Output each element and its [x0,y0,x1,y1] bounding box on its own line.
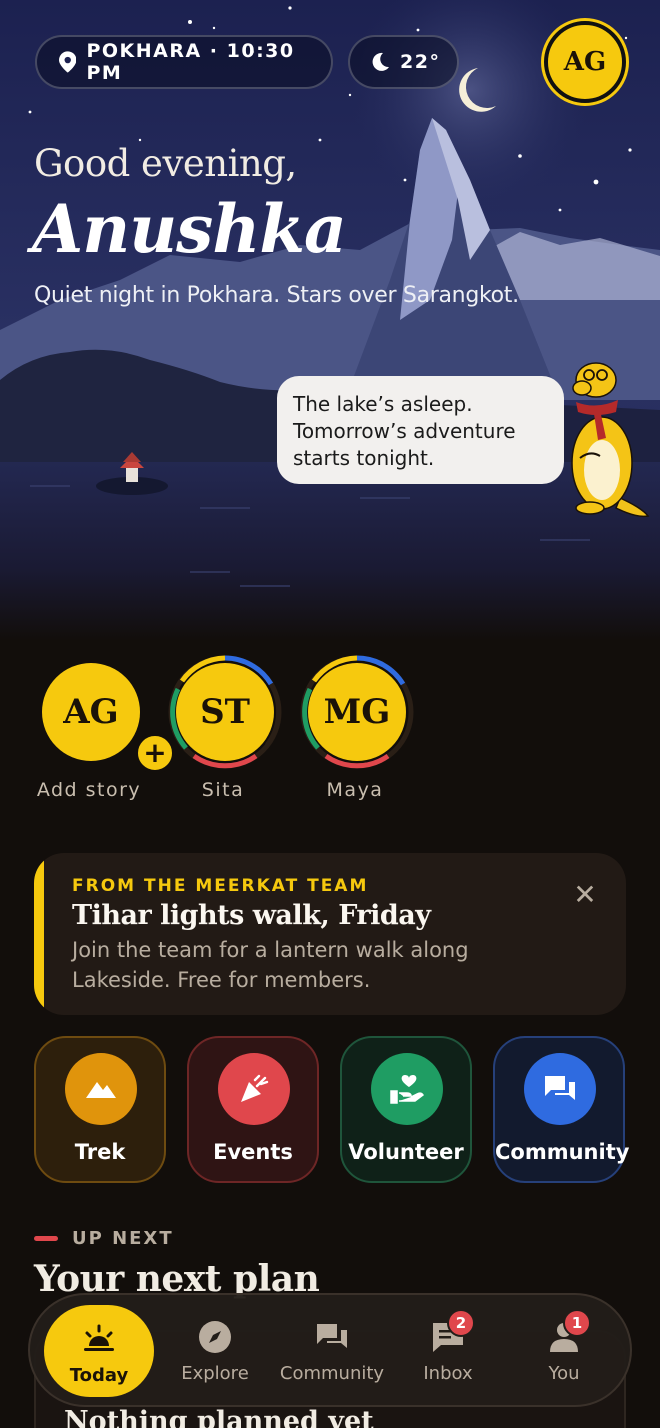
sunrise-icon [81,1321,117,1357]
category-volunteer[interactable]: Volunteer [340,1036,472,1183]
inbox-badge: 2 [447,1309,475,1337]
story-label: Sita [201,779,245,801]
category-label: Trek [74,1140,126,1164]
story-label: Maya [326,779,384,801]
night-lake-illustration [0,0,660,640]
category-trek[interactable]: Trek [34,1036,166,1183]
mountain-icon [65,1053,137,1125]
greeting-text: Good evening, [34,142,297,185]
party-popper-icon [218,1053,290,1125]
category-label: Events [213,1140,293,1164]
category-label: Community [495,1140,630,1164]
close-icon[interactable]: ✕ [570,878,600,911]
plan-card-title: Nothing planned yet [64,1406,374,1428]
story-label: Add story [36,779,142,801]
temperature-label: 22° [400,51,441,73]
nav-you[interactable]: 1 You [509,1303,619,1397]
chat-bubbles-icon [524,1053,596,1125]
nav-label: You [548,1363,580,1384]
announcement-card[interactable]: FROM THE MEERKAT TEAM Tihar lights walk,… [34,853,626,1015]
category-label: Volunteer [348,1140,464,1164]
hero-subtitle: Quiet night in Pokhara. Stars over Saran… [34,283,519,308]
nav-label: Community [279,1363,385,1384]
weather-pill[interactable]: 22° [348,35,459,89]
nav-explore[interactable]: Explore [160,1303,270,1397]
story-avatar: MG [308,663,406,761]
user-name: Anushka [32,190,347,268]
nav-inbox[interactable]: 2 Inbox [393,1303,503,1397]
avatar-initials: AG [563,47,607,77]
bottom-nav: Today Explore Community 2 Inbox 1 You [28,1293,632,1407]
category-community[interactable]: Community [493,1036,630,1183]
nav-today[interactable]: Today [44,1305,154,1397]
location-time-pill[interactable]: POKHARA · 10:30 PM [35,35,333,89]
story-avatar: AG [42,663,140,761]
stories-row: AG + Add story ST Sita MG Maya [0,655,660,815]
up-next-label: UP NEXT [72,1228,174,1249]
compass-icon [197,1319,233,1355]
kicker-dash [34,1236,58,1241]
announcement-title: Tihar lights walk, Friday [72,900,431,931]
announcement-kicker: FROM THE MEERKAT TEAM [72,876,369,896]
mascot-speech-bubble: The lake’s asleep. Tomorrow’s adventure … [277,376,564,484]
story-avatar: ST [176,663,274,761]
up-next-kicker: UP NEXT [34,1228,174,1249]
nav-label: Today [69,1365,129,1386]
announcement-body: Join the team for a lantern walk along L… [72,938,469,992]
nav-label: Inbox [423,1363,473,1384]
you-badge: 1 [563,1309,591,1337]
category-events[interactable]: Events [187,1036,319,1183]
chat-bubbles-icon [314,1319,350,1355]
location-pin-icon [59,51,77,73]
accent-bar [34,853,44,1015]
profile-avatar[interactable]: AG [544,21,626,103]
moon-icon [372,52,389,71]
hero-section: POKHARA · 10:30 PM 22° AG Good evening, … [0,0,660,640]
nav-community[interactable]: Community [277,1303,387,1397]
nav-label: Explore [181,1363,249,1384]
location-time-label: POKHARA · 10:30 PM [86,40,295,84]
heart-hand-icon [371,1053,443,1125]
meerkat-mascot-icon [571,362,650,518]
